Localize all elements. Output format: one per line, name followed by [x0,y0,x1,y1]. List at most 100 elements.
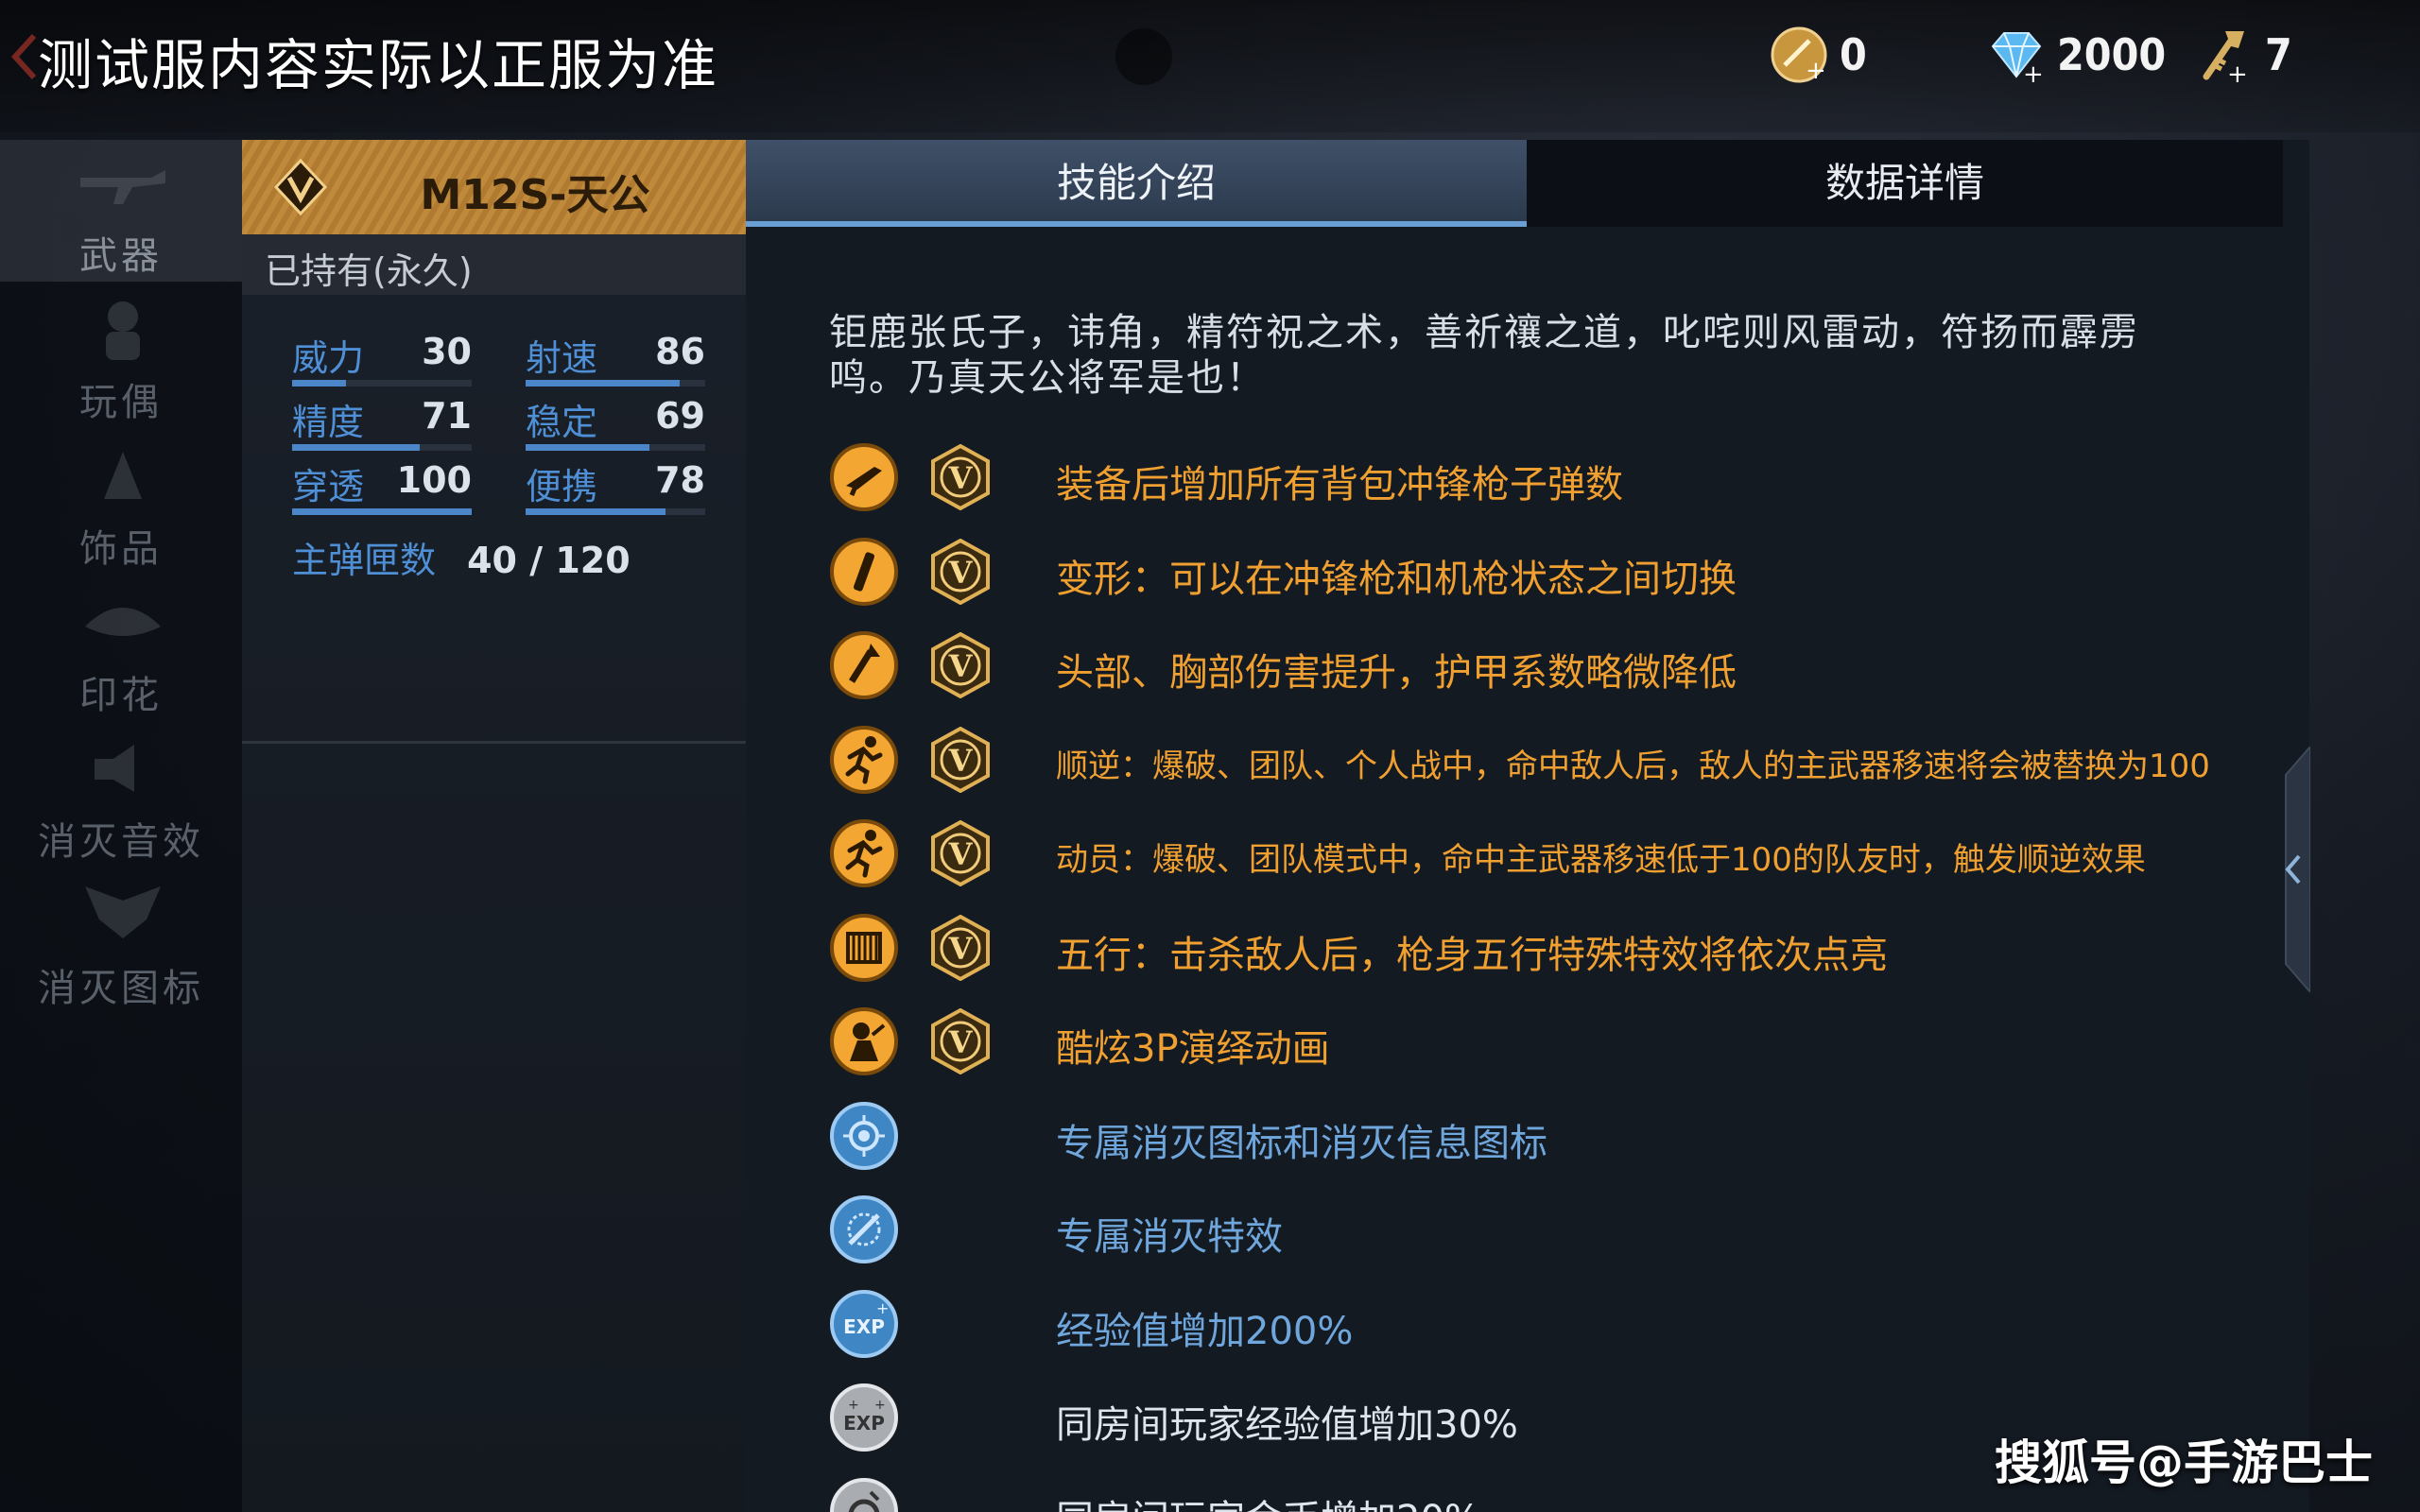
card-divider [242,741,746,744]
ammo-label: 主弹匣数 [292,540,437,581]
svg-text:+: + [2227,60,2248,86]
stat-value: 86 [655,331,705,372]
decal-icon [85,608,161,636]
weapon-description: 钜鹿张氏子，讳角，精符祝之术，善祈禳之道，叱咤则风雷动，符扬而霹雳鸣。乃真天公将… [829,311,2139,400]
room-gold-icon [830,1477,898,1512]
feature-row: EXP + 经验值增加200% [829,1289,2285,1365]
nav-item-accessory[interactable]: 饰品 [0,433,242,575]
stat-label: 便携 [526,466,598,507]
vip-badge-icon: V [931,1008,990,1074]
animation-icon [830,1007,898,1075]
feature-text: 变形：可以在冲锋枪和机枪状态之间切换 [1056,557,1737,601]
nav-item-kill-sound[interactable]: 消灭音效 [0,726,242,868]
ammo-value: 40 / 120 [467,540,631,581]
tab-bar: 技能介绍 数据详情 [746,140,2296,227]
gold-currency[interactable]: + 0 [1768,17,1867,93]
kill-effect-icon [830,1195,898,1263]
diamond-currency[interactable]: + 2000 [1985,17,2166,93]
svg-text:EXP: EXP [843,1412,885,1435]
nav-label: 武器 [79,234,163,278]
stat-label: 稳定 [526,402,598,443]
stat-bar-fill [526,508,666,515]
vip-badge-icon: V [931,538,990,605]
nav-label: 玩偶 [79,381,163,424]
nav-item-doll[interactable]: 玩偶 [0,286,242,428]
nav-label: 印花 [79,674,163,717]
stat-value: 30 [422,331,472,372]
main-panel: 技能介绍 数据详情 钜鹿张氏子，讳角，精符祝之术，善祈禳之道，叱咤则风雷动，符扬… [746,140,2309,1512]
badge-letter: V [948,648,974,684]
stat-label: 穿透 [292,466,365,507]
stat-bar-track [526,380,705,387]
winged-emblem-icon [85,886,161,938]
badge-letter: V [948,1024,974,1060]
key-icon: + [2203,31,2248,86]
diamond-icon: + [1991,32,2044,86]
badge-letter: V [948,931,974,967]
key-currency[interactable]: + 7 [2193,17,2292,93]
nav-label: 饰品 [79,527,163,571]
accessory-icon [104,452,142,499]
diamond-amount: 2000 [2057,29,2167,80]
feature-text: 专属消灭特效 [1056,1215,1283,1259]
feature-row: V 五行：击杀敌人后，枪身五行特殊特效将依次点亮 [829,913,2285,988]
smg-icon [830,443,898,511]
gold-coin-icon: + [1771,26,1827,85]
stat-accuracy: 精度 71 [292,393,472,451]
stat-power: 威力 30 [292,329,472,387]
stat-value: 69 [655,395,705,437]
stat-penetration: 穿透 100 [292,457,472,515]
feature-text: 五行：击杀敌人后，枪身五行特殊特效将依次点亮 [1056,933,1888,977]
weapon-card: M12S-天公 已持有(永久) 威力 30 射速 86 精度 71 稳定 69 … [242,140,748,1512]
kill-icon-icon [830,1101,898,1170]
rifle-icon [80,170,165,204]
stat-bar-fill [292,444,420,451]
stat-value: 71 [422,395,472,437]
nav-item-kill-icon[interactable]: 消灭图标 [0,872,242,1014]
feature-text: 同房间玩家金币增加20% [1056,1488,1480,1512]
collapse-panel-button[interactable] [2267,747,2310,992]
feature-text: 同房间玩家经验值增加30% [1056,1403,1518,1447]
ownership-bar: 已持有(永久) [242,234,746,295]
stat-label: 射速 [526,337,598,379]
svg-text:+: + [2023,60,2044,86]
gold-amount: 0 [1840,29,1867,80]
stat-bar-fill [526,444,650,451]
feature-row: V 顺逆：爆破、团队、个人战中，命中敌人后，敌人的主武器移速将会被替换为100 [829,725,2285,800]
nav-item-weapon[interactable]: 武器 [0,140,242,282]
badge-letter: V [948,836,974,872]
doll-icon [106,301,140,360]
runner-icon [830,725,898,794]
ownership-status: 已持有(永久) [265,250,473,292]
feature-row: V 酷炫3P演绎动画 [829,1006,2285,1082]
weapon-name: M12S-天公 [420,171,650,219]
feature-text: 装备后增加所有背包冲锋枪子弹数 [1056,463,1623,507]
svg-text:EXP: EXP [843,1315,885,1338]
stat-bar-track [526,444,705,451]
tab-data-details[interactable]: 数据详情 [1527,140,2283,227]
feature-row: V 头部、胸部伤害提升，护甲系数略微降低 [829,630,2285,706]
tab-skill-intro[interactable]: 技能介绍 [746,140,1527,227]
stat-fire-rate: 射速 86 [526,329,705,387]
nav-label: 消灭音效 [38,820,204,864]
svg-text:+: + [876,1299,889,1317]
damage-up-icon [830,631,898,699]
feature-row: V 动员：爆破、团队模式中，命中主武器移速低于100的队友时，触发顺逆效果 [829,818,2285,894]
feature-row: V 装备后增加所有背包冲锋枪子弹数 [829,442,2285,518]
room-exp-icon: EXP+ + [830,1383,898,1452]
feature-row: 专属消灭特效 [829,1194,2285,1270]
svg-text:+: + [848,1398,859,1413]
stat-bar-fill [292,380,346,387]
vip-badge-icon: V [931,632,990,698]
legendary-emblem-icon [273,158,328,216]
vip-badge-icon: V [931,820,990,886]
key-amount: 7 [2265,29,2292,80]
stat-stability: 稳定 69 [526,393,705,451]
stat-label: 精度 [292,402,365,443]
runner-icon [830,819,898,887]
feature-text: 头部、胸部伤害提升，护甲系数略微降低 [1056,651,1737,695]
nav-item-decal[interactable]: 印花 [0,579,242,721]
badge-letter: V [948,743,974,779]
stat-bar-track [292,508,472,515]
svg-text:+: + [874,1398,886,1413]
